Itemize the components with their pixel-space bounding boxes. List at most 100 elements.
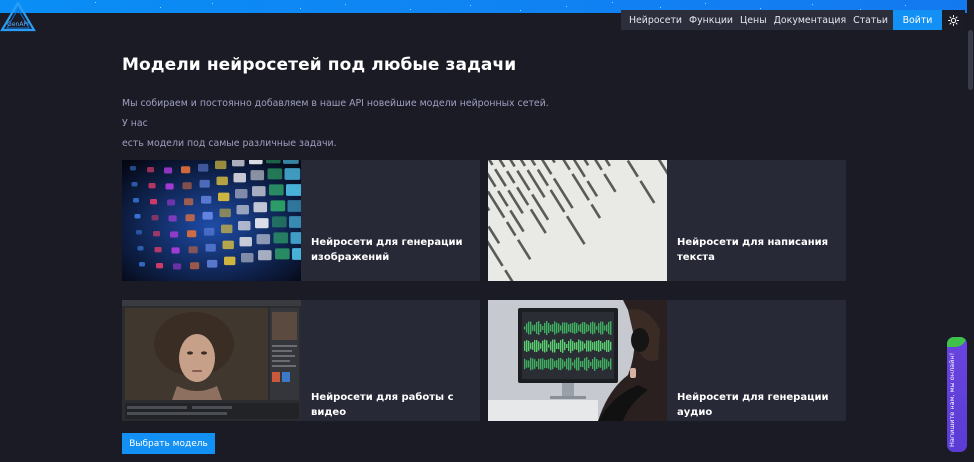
decor-wave-bar xyxy=(588,359,590,369)
decor-wave-bar xyxy=(554,339,556,353)
card-video[interactable]: Нейросети для работы с видео xyxy=(122,300,480,421)
decor-tile xyxy=(147,167,155,173)
image-generation-thumbnail xyxy=(122,160,301,281)
decor-wave-bar xyxy=(566,358,568,370)
decor-tile xyxy=(235,189,248,199)
decor-tile xyxy=(151,215,159,221)
decor-wave-bar xyxy=(566,322,568,334)
decor-tile xyxy=(232,160,245,167)
decor-star xyxy=(300,8,301,9)
decor-tile xyxy=(185,214,195,222)
decor-wave-bar xyxy=(560,325,562,331)
decor-tile xyxy=(184,198,194,206)
decor-tile xyxy=(156,263,164,269)
decor-star xyxy=(160,7,161,8)
decor-wave-bar xyxy=(610,358,612,370)
decor-tile xyxy=(286,184,301,196)
decor-wave-bar xyxy=(526,340,528,352)
decor-wave-bar xyxy=(550,341,552,351)
decor-wave-bar xyxy=(578,339,580,353)
decor-tile xyxy=(187,230,197,238)
decor-wave-bar xyxy=(558,358,560,370)
decor-star xyxy=(95,2,96,3)
decor-wave-bar xyxy=(542,358,544,370)
decor-wave-bar xyxy=(542,340,544,352)
decor-wave-bar xyxy=(600,321,602,335)
decor-wave-bar xyxy=(556,322,558,334)
decor-tile xyxy=(266,160,281,164)
decor-star xyxy=(905,5,906,6)
decor-wave-bar xyxy=(602,357,604,371)
chat-widget-button[interactable]: Напишите нам, мы онлайн! xyxy=(947,337,967,452)
logo-text: GenAPI xyxy=(7,21,29,28)
decor-wave-bar xyxy=(530,357,532,371)
decor-wave-bar xyxy=(556,360,558,368)
decor-tile xyxy=(168,215,177,222)
decor-wave-bar xyxy=(590,322,592,334)
decor-tile xyxy=(199,179,210,188)
decor-wave-bar xyxy=(572,362,574,366)
decor-wave-bar xyxy=(610,321,612,335)
scrollbar-thumb[interactable] xyxy=(968,30,973,90)
decor-wave-bar xyxy=(598,360,600,368)
decor-wave-bar xyxy=(580,360,582,368)
decor-wave-bar xyxy=(600,341,602,351)
card-label-line: текста xyxy=(677,252,715,263)
nav-link-prices[interactable]: Цены xyxy=(736,15,770,26)
decor-wave-bar xyxy=(564,341,566,351)
decor-tile xyxy=(167,199,176,206)
decor-wave-bar xyxy=(560,340,562,352)
decor-wave-bar xyxy=(586,340,588,352)
page-scrollbar[interactable] xyxy=(967,0,974,462)
decor-tile xyxy=(290,232,301,244)
decor-wave-bar xyxy=(528,340,530,352)
decor-wave-bar xyxy=(578,324,580,332)
decor-wave-bar xyxy=(568,357,570,371)
nav-link-neural[interactable]: Нейросети xyxy=(625,15,685,26)
select-model-button[interactable]: Выбрать модель xyxy=(122,433,215,454)
decor-wave-bar xyxy=(606,324,608,332)
decor-tile xyxy=(239,237,252,247)
card-audio[interactable]: Нейросети для генерации аудио xyxy=(488,300,846,421)
decor-wave-bar xyxy=(566,343,568,349)
decor-wave-bar xyxy=(608,340,610,352)
decor-wave-bar xyxy=(604,358,606,370)
page-description: Мы собираем и постоянно добавляем в наше… xyxy=(122,94,552,154)
nav-link-articles[interactable]: Статьи xyxy=(849,15,891,26)
decor-wave-bar xyxy=(564,322,566,334)
decor-wave-bar xyxy=(536,339,538,353)
decor-tile xyxy=(284,168,301,180)
decor-tile xyxy=(250,170,265,181)
logo[interactable]: GenAPI xyxy=(0,0,36,32)
decor-tile xyxy=(269,184,284,196)
decor-wave-bar xyxy=(570,323,572,333)
text-writing-thumbnail xyxy=(488,160,667,281)
card-image-generation[interactable]: Нейросети для генерации изображений xyxy=(122,160,480,281)
decor-wave-bar xyxy=(590,340,592,352)
decor-tile xyxy=(150,199,158,205)
decor-wave-bar xyxy=(592,321,594,335)
decor-wave-bar xyxy=(602,342,604,350)
card-text-writing[interactable]: Нейросети для написания текста xyxy=(488,160,846,281)
decor-tile xyxy=(236,205,249,215)
decor-wave-bar xyxy=(608,361,610,367)
decor-wave-bar xyxy=(582,341,584,351)
decor-tile xyxy=(204,227,215,236)
decor-wave-bar xyxy=(594,341,596,351)
decor-tile xyxy=(201,195,212,204)
decor-tile xyxy=(205,243,216,252)
decor-wave-bar xyxy=(568,324,570,332)
card-label-line: Нейросети для генерации аудио xyxy=(677,392,829,418)
nav-link-features[interactable]: Функции xyxy=(685,15,736,26)
theme-toggle-button[interactable] xyxy=(942,10,965,30)
nav-link-docs[interactable]: Документация xyxy=(770,15,850,26)
decor-wave-bar xyxy=(534,359,536,369)
decor-tile xyxy=(207,259,218,268)
decor-wave-bar xyxy=(578,357,580,371)
decor-wave-bar xyxy=(602,321,604,335)
decor-wave-bar xyxy=(610,341,612,351)
login-button[interactable]: Войти xyxy=(893,10,942,30)
decor-wave-bar xyxy=(532,342,534,350)
decor-wave-bar xyxy=(580,323,582,333)
decor-wave-bar xyxy=(532,325,534,331)
